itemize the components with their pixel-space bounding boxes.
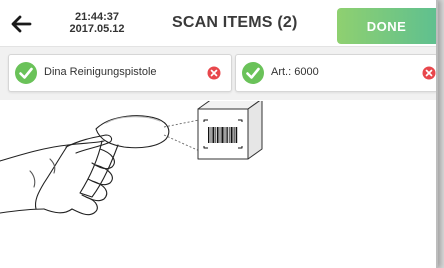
timestamp: 21:44:37 2017.05.12 [62, 11, 132, 35]
done-button[interactable]: DONE [337, 8, 436, 44]
back-arrow-icon [11, 15, 32, 33]
back-button[interactable] [6, 10, 36, 38]
scanned-item-chip[interactable]: Dina Reinigungspistole [8, 54, 232, 92]
item-label: Dina Reinigungspistole [44, 66, 157, 78]
check-circle-icon [15, 62, 37, 84]
scanned-item-chip[interactable]: Art.: 6000 [235, 54, 436, 92]
date-label: 2017.05.12 [69, 23, 125, 35]
remove-circle-icon[interactable] [207, 66, 221, 80]
scan-illustration [0, 101, 263, 216]
check-circle-icon [242, 62, 264, 84]
header-bar: 21:44:37 2017.05.12 SCAN ITEMS (2) DONE [0, 0, 436, 47]
page-title: SCAN ITEMS (2) [172, 14, 298, 31]
app-screen: 21:44:37 2017.05.12 SCAN ITEMS (2) DONE … [0, 0, 438, 268]
barcode-box-illustration [197, 101, 263, 160]
item-label: Art.: 6000 [271, 66, 319, 78]
time-label: 21:44:37 [74, 11, 120, 23]
scanned-items-list: Dina Reinigungspistole Art.: 6000 [0, 47, 436, 100]
remove-circle-icon[interactable] [422, 66, 436, 80]
hand-scanner-illustration [0, 115, 170, 216]
